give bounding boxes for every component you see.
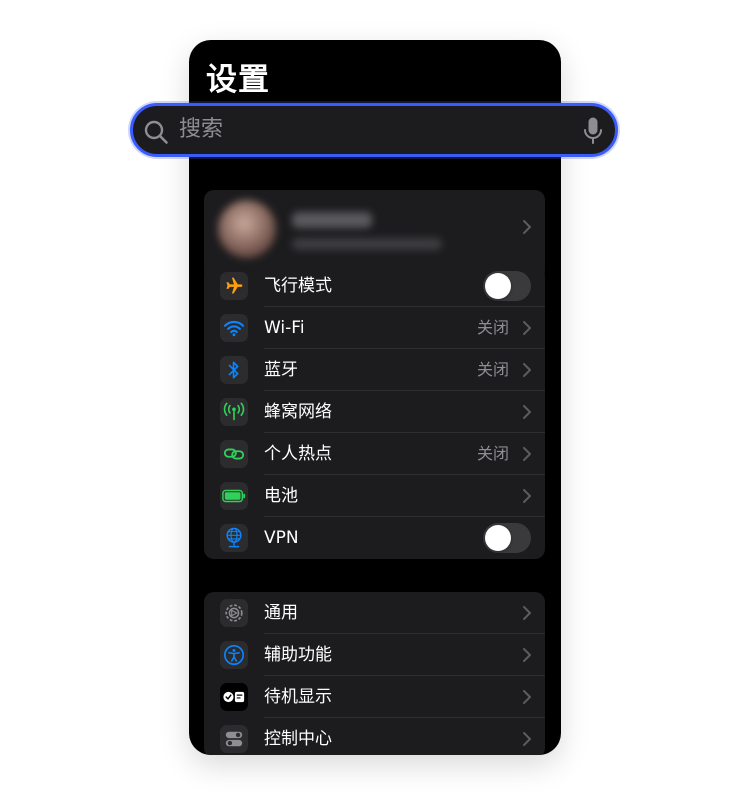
row-label: 电池: [264, 486, 298, 506]
chevron-right-icon: [523, 489, 531, 503]
vpn-globe-icon: [220, 524, 248, 552]
row-label: 控制中心: [264, 729, 332, 749]
row-label: 通用: [264, 603, 298, 623]
row-control-center[interactable]: 控制中心: [204, 718, 545, 755]
chevron-right-icon: [523, 321, 531, 335]
row-vpn[interactable]: VPN: [204, 517, 545, 559]
row-label: 蜂窝网络: [264, 402, 332, 422]
bluetooth-icon: [220, 356, 248, 384]
row-value: 关闭: [476, 444, 509, 463]
row-label: Wi-Fi: [264, 318, 305, 338]
search-placeholder: 搜索: [179, 117, 224, 142]
row-label: 个人热点: [264, 444, 332, 464]
row-value: 关闭: [476, 318, 509, 337]
chevron-right-icon: [523, 220, 531, 234]
row-accessibility[interactable]: 辅助功能: [204, 634, 545, 676]
row-cellular[interactable]: 蜂窝网络: [204, 391, 545, 433]
battery-icon: [220, 482, 248, 510]
standby-icon: [220, 683, 248, 711]
gear-icon: [220, 599, 248, 627]
row-wifi[interactable]: Wi-Fi 关闭: [204, 307, 545, 349]
chevron-right-icon: [523, 648, 531, 662]
chevron-right-icon: [523, 447, 531, 461]
row-label: 飞行模式: [264, 276, 332, 296]
vpn-toggle[interactable]: [483, 523, 531, 553]
row-value: 关闭: [476, 360, 509, 379]
cellular-icon: [220, 398, 248, 426]
chevron-right-icon: [523, 732, 531, 746]
chevron-right-icon: [523, 363, 531, 377]
account-name-blurred: [292, 212, 372, 228]
wifi-icon: [220, 314, 248, 342]
row-general[interactable]: 通用: [204, 592, 545, 634]
chevron-right-icon: [523, 405, 531, 419]
row-label: 待机显示: [264, 687, 332, 707]
row-personal-hotspot[interactable]: 个人热点 关闭: [204, 433, 545, 475]
avatar: [218, 200, 276, 258]
row-standby[interactable]: 待机显示: [204, 676, 545, 718]
account-subtitle-blurred: [292, 238, 442, 250]
row-bluetooth[interactable]: 蓝牙 关闭: [204, 349, 545, 391]
row-airplane-mode[interactable]: 飞行模式: [204, 265, 545, 307]
airplane-icon: [220, 272, 248, 300]
chevron-right-icon: [523, 690, 531, 704]
general-group: 通用 辅助功能 待机显示 控制中心: [204, 592, 545, 755]
row-label: VPN: [264, 528, 299, 548]
row-label: 蓝牙: [264, 360, 298, 380]
page-title: 设置: [206, 62, 270, 98]
airplane-mode-toggle[interactable]: [483, 271, 531, 301]
row-battery[interactable]: 电池: [204, 475, 545, 517]
search-field[interactable]: 搜索: [130, 103, 618, 157]
hotspot-icon: [220, 440, 248, 468]
accessibility-icon: [220, 641, 248, 669]
connectivity-group: 飞行模式 Wi-Fi 关闭 蓝牙 关闭 蜂窝网络 个人热点 关闭 电池 VPN: [204, 265, 545, 559]
row-label: 辅助功能: [264, 645, 332, 665]
search-icon: [144, 120, 168, 144]
microphone-icon[interactable]: [583, 116, 603, 146]
control-center-icon: [220, 725, 248, 753]
chevron-right-icon: [523, 606, 531, 620]
